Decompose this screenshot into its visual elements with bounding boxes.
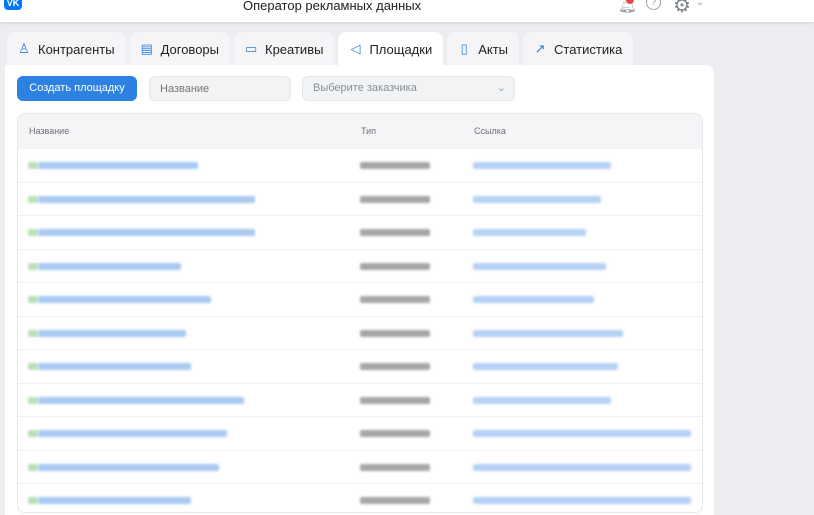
tab-acts[interactable]: ▯ Акты bbox=[447, 32, 520, 66]
redacted-link[interactable] bbox=[473, 296, 594, 303]
status-indicator bbox=[28, 262, 38, 270]
redacted-type bbox=[360, 363, 430, 370]
vk-logo[interactable]: VK bbox=[4, 0, 22, 10]
chevron-down-icon[interactable]: ⌄ bbox=[696, 0, 704, 8]
redacted-type bbox=[360, 162, 430, 169]
chart-icon: ↗ bbox=[534, 41, 546, 56]
tab-label: Статистика bbox=[554, 41, 623, 57]
column-link[interactable]: Ссылка bbox=[474, 126, 506, 136]
redacted-type bbox=[360, 262, 430, 270]
status-indicator bbox=[28, 363, 38, 370]
table-row[interactable] bbox=[18, 350, 702, 384]
redacted-name[interactable] bbox=[38, 162, 198, 169]
status-indicator bbox=[28, 463, 38, 471]
redacted-name[interactable] bbox=[38, 497, 191, 504]
table-row[interactable] bbox=[18, 283, 702, 317]
table-row[interactable] bbox=[18, 216, 702, 250]
redacted-link[interactable] bbox=[473, 229, 586, 236]
redacted-name[interactable] bbox=[38, 363, 191, 370]
redacted-name[interactable] bbox=[38, 430, 227, 437]
tab-label: Договоры bbox=[160, 41, 219, 57]
redacted-name[interactable] bbox=[38, 329, 186, 337]
redacted-name[interactable] bbox=[38, 195, 255, 203]
table-row[interactable] bbox=[18, 384, 702, 417]
table-row[interactable] bbox=[18, 451, 702, 484]
redacted-type bbox=[360, 296, 430, 303]
column-name[interactable]: Название bbox=[29, 126, 69, 136]
status-indicator bbox=[28, 396, 38, 404]
redacted-type bbox=[360, 396, 430, 404]
tab-contractors[interactable]: ♙ Контрагенты bbox=[7, 32, 126, 66]
redacted-link[interactable] bbox=[473, 329, 623, 337]
status-indicator bbox=[28, 497, 38, 504]
tab-statistics[interactable]: ↗ Статистика bbox=[523, 32, 634, 66]
help-icon[interactable]: ? bbox=[646, 0, 661, 10]
book-icon: ▤ bbox=[140, 41, 153, 56]
redacted-name[interactable] bbox=[38, 463, 219, 471]
redacted-link[interactable] bbox=[473, 162, 611, 169]
tab-label: Креативы bbox=[265, 41, 324, 57]
redacted-link[interactable] bbox=[473, 396, 611, 404]
redacted-name[interactable] bbox=[38, 229, 255, 236]
create-platform-button[interactable]: Создать площадку bbox=[17, 76, 137, 101]
megaphone-icon: ◁ bbox=[350, 41, 361, 56]
table-row[interactable] bbox=[18, 149, 702, 183]
name-filter-input[interactable] bbox=[149, 76, 291, 101]
redacted-type bbox=[360, 497, 430, 504]
platforms-table: Название Тип Ссылка bbox=[17, 113, 703, 513]
status-indicator bbox=[28, 162, 38, 169]
app-title: Оператор рекламных данных bbox=[243, 0, 422, 13]
status-indicator bbox=[28, 329, 38, 337]
card-icon: ▭ bbox=[245, 41, 258, 56]
table-row[interactable] bbox=[18, 317, 702, 350]
redacted-type bbox=[360, 195, 430, 203]
tab-bar: ♙ Контрагенты ▤ Договоры ▭ Креативы ◁ Площад… bbox=[7, 32, 634, 66]
gear-icon[interactable]: ⚙ bbox=[673, 0, 691, 18]
redacted-type bbox=[360, 329, 430, 337]
tab-platforms[interactable]: ◁ Площадки bbox=[338, 32, 444, 66]
status-indicator bbox=[28, 430, 38, 437]
document-icon: ▯ bbox=[460, 41, 468, 56]
chevron-down-icon: ⌄ bbox=[496, 82, 506, 94]
redacted-type bbox=[360, 463, 430, 471]
redacted-type bbox=[360, 430, 430, 437]
redacted-type bbox=[360, 229, 430, 236]
table-row[interactable] bbox=[18, 183, 702, 216]
top-bar: VK Оператор рекламных данных 🔔︎ ? ⚙ ⌄ bbox=[0, 0, 814, 22]
redacted-link[interactable] bbox=[473, 195, 601, 203]
redacted-link[interactable] bbox=[473, 430, 691, 437]
user-icon: ♙ bbox=[18, 41, 30, 56]
tab-label: Акты bbox=[478, 41, 509, 57]
status-indicator bbox=[28, 229, 38, 236]
tab-creatives[interactable]: ▭ Креативы bbox=[234, 32, 335, 66]
column-type[interactable]: Тип bbox=[361, 126, 376, 136]
redacted-link[interactable] bbox=[473, 497, 691, 504]
redacted-link[interactable] bbox=[473, 262, 606, 270]
redacted-link[interactable] bbox=[473, 463, 691, 471]
tab-label: Контрагенты bbox=[38, 41, 115, 57]
table-header: Название Тип Ссылка bbox=[18, 114, 702, 149]
customer-select[interactable]: Выберите заказчика ⌄ bbox=[302, 76, 515, 101]
table-row[interactable] bbox=[18, 417, 702, 451]
status-indicator bbox=[28, 296, 38, 303]
status-indicator bbox=[28, 195, 38, 203]
redacted-link[interactable] bbox=[473, 363, 618, 370]
customer-select-placeholder: Выберите заказчика bbox=[313, 82, 417, 94]
redacted-name[interactable] bbox=[38, 296, 211, 303]
tab-label: Площадки bbox=[369, 41, 433, 57]
table-row[interactable] bbox=[18, 250, 702, 283]
redacted-name[interactable] bbox=[38, 396, 244, 404]
table-row[interactable] bbox=[18, 484, 702, 512]
redacted-name[interactable] bbox=[38, 262, 181, 270]
tab-contracts[interactable]: ▤ Договоры bbox=[129, 32, 230, 66]
